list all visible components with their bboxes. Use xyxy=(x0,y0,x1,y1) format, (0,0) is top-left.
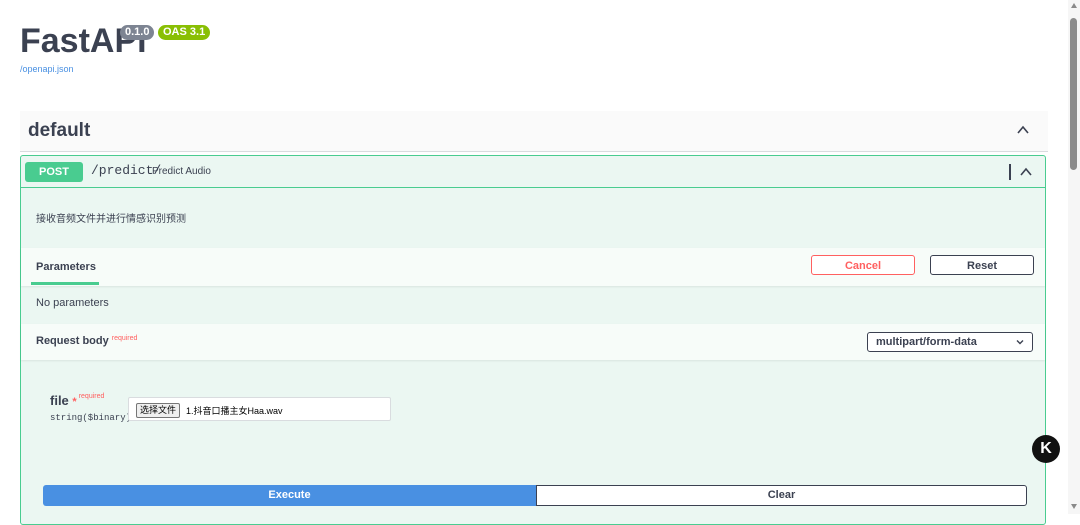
field-type: string($binary) xyxy=(50,413,132,423)
execute-row: Execute Clear xyxy=(43,485,1027,506)
openapi-json-link[interactable]: /openapi.json xyxy=(20,64,74,74)
floating-k-icon[interactable]: K xyxy=(1032,435,1060,463)
vertical-scrollbar[interactable] xyxy=(1068,0,1080,514)
field-required: required xyxy=(78,393,105,400)
parameters-tab[interactable]: Parameters xyxy=(36,261,96,273)
chevron-up-icon[interactable] xyxy=(1019,165,1033,179)
required-marker: required xyxy=(111,335,138,342)
reset-button[interactable]: Reset xyxy=(930,255,1034,275)
cancel-button[interactable]: Cancel xyxy=(811,255,915,275)
request-body-label: Request body required xyxy=(36,335,137,347)
selected-file-name: 1.抖音口播主女Haa.wav xyxy=(186,406,283,416)
choose-file-button[interactable]: 选择文件 xyxy=(136,403,181,418)
field-name: file xyxy=(50,393,69,408)
required-star: * xyxy=(72,396,77,408)
version-badge: 0.1.0 xyxy=(120,25,155,40)
request-body-title: Request body xyxy=(36,335,109,347)
tag-section-default[interactable]: default xyxy=(20,111,1048,152)
clear-button[interactable]: Clear xyxy=(536,485,1027,506)
collapse-control[interactable] xyxy=(1009,162,1039,182)
operation-post-predict: POST /predict/ Predict Audio 接收音频文件并进行情感… xyxy=(20,155,1046,525)
method-badge: POST xyxy=(25,162,83,182)
scrollbar-thumb[interactable] xyxy=(1070,18,1077,170)
field-label: file * required xyxy=(50,393,104,408)
divider-bar xyxy=(1009,164,1011,180)
scroll-up-arrow-icon[interactable] xyxy=(1071,3,1077,8)
chevron-down-icon xyxy=(1016,340,1024,345)
chevron-up-icon[interactable] xyxy=(1016,123,1030,137)
file-input[interactable]: 选择文件 1.抖音口播主女Haa.wav xyxy=(128,397,391,421)
operation-header[interactable]: POST /predict/ Predict Audio xyxy=(21,156,1045,188)
operation-path: /predict/ xyxy=(91,163,162,178)
content-type-value: multipart/form-data xyxy=(876,336,977,348)
tag-title: default xyxy=(28,120,91,141)
tab-underline xyxy=(31,282,99,285)
operation-summary: Predict Audio xyxy=(152,166,211,177)
scroll-down-arrow-icon[interactable] xyxy=(1071,504,1077,509)
content-type-select[interactable]: multipart/form-data xyxy=(867,332,1033,352)
swagger-page: FastAPI 0.1.0 OAS 3.1 /openapi.json defa… xyxy=(0,0,1068,525)
oas-badge: OAS 3.1 xyxy=(158,25,211,40)
execute-button[interactable]: Execute xyxy=(43,485,536,506)
operation-description: 接收音频文件并进行情感识别预测 xyxy=(36,214,186,225)
no-parameters-text: No parameters xyxy=(36,297,109,309)
